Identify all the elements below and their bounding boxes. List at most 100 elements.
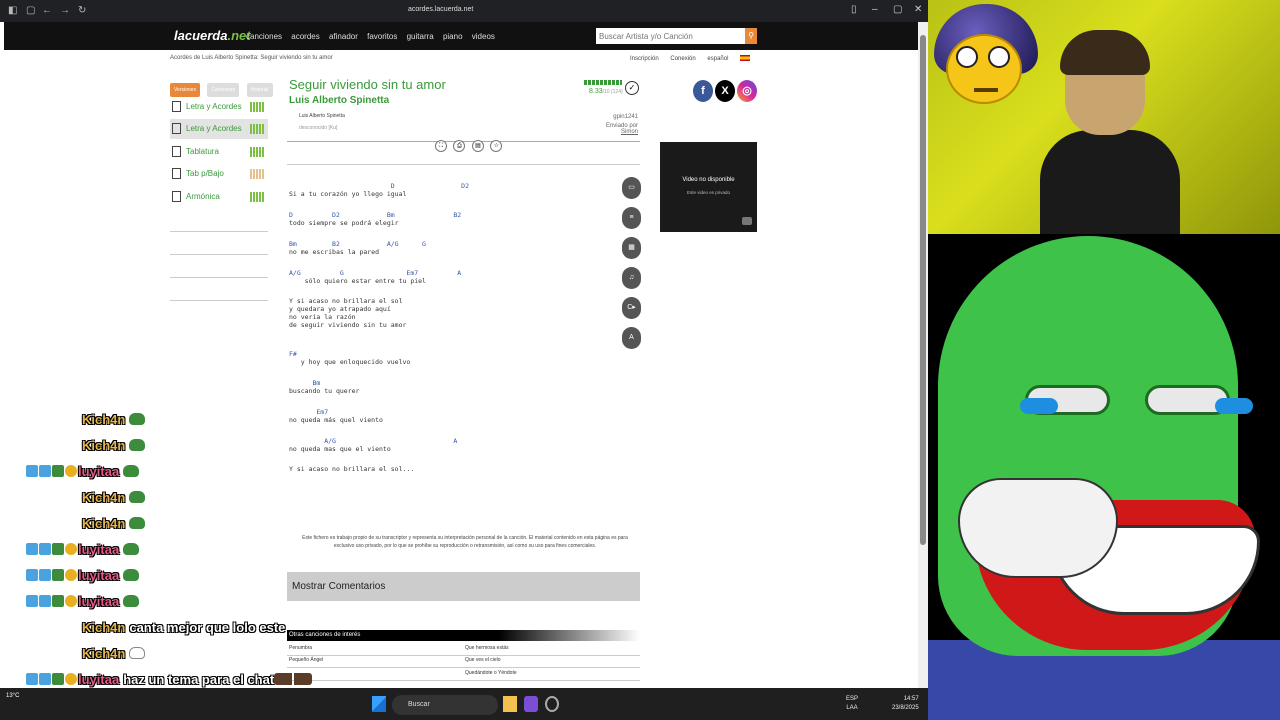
chat-message: Kich4n — [82, 438, 146, 454]
chord-diagram-icon[interactable]: ▦ — [622, 237, 641, 259]
windows-start-icon[interactable] — [372, 696, 386, 712]
tear-icon — [1020, 398, 1058, 414]
minimize-icon[interactable]: – — [872, 4, 878, 15]
login-link[interactable]: Conexión — [670, 56, 695, 62]
chat-username: Kich4n — [82, 516, 126, 531]
sidebar-item-letra-acordes-2[interactable]: Letra y Acordes — [170, 119, 268, 139]
tab-canciones[interactable]: Canciones — [207, 83, 240, 97]
chat-username: Kich4n — [82, 438, 126, 453]
tabs-icon[interactable]: ▢ — [26, 5, 35, 16]
nav-acordes[interactable]: acordes — [291, 32, 319, 41]
fullscreen-icon[interactable]: ⛶ — [435, 140, 447, 152]
sidebar-item-tablatura[interactable]: Tablatura — [170, 142, 268, 162]
maximize-icon[interactable]: ▢ — [893, 4, 902, 15]
list-item[interactable]: Pequeño Ángel — [289, 657, 323, 663]
chat-badge-icon — [52, 595, 64, 607]
screen: ◧ ▢ ← → ↻ acordes.lacuerda.net ▯ – ▢ ✕ l… — [0, 0, 1280, 720]
list-item[interactable]: Que ves el cielo — [465, 657, 501, 663]
meta-album: desconocido [Ku] — [299, 125, 338, 131]
transpose-icon[interactable]: ♫ — [622, 267, 641, 289]
chat-emote-icon — [274, 673, 313, 685]
divider — [287, 164, 640, 165]
app-icon[interactable] — [524, 696, 538, 712]
chat-username: luyitaa — [78, 464, 120, 479]
reader-icon[interactable]: ▯ — [851, 4, 857, 15]
list-item[interactable]: Penumbra — [289, 645, 312, 651]
text-size-icon[interactable]: ≡ — [622, 207, 641, 229]
facebook-icon[interactable]: f — [693, 80, 713, 102]
reload-icon[interactable]: ↻ — [78, 5, 86, 16]
lyrics-block: Bm B2 A/G Gno me escribas la pared — [289, 240, 426, 256]
bass-doc-icon — [172, 168, 181, 179]
chat-message: luyitaa — [26, 594, 140, 610]
meta-artist[interactable]: Luis Alberto Spinetta — [299, 113, 345, 119]
chat-username: Kich4n — [82, 412, 126, 427]
quality-bars — [250, 102, 265, 112]
chat-username: luyitaa — [78, 568, 120, 583]
taskbar-search[interactable]: Buscar — [392, 695, 498, 715]
chat-badge-icon — [39, 569, 51, 581]
sidebar-item-tab-bajo[interactable]: Tab p/Bajo — [170, 164, 268, 184]
song-artist[interactable]: Luis Alberto Spinetta — [289, 95, 389, 106]
chat-message: luyitaa — [26, 464, 140, 480]
site-logo[interactable]: lacuerda.net — [174, 28, 251, 43]
language-selector[interactable]: español — [707, 55, 760, 62]
divider — [287, 667, 640, 668]
quality-bars — [250, 124, 265, 134]
lyrics-block: A/G Ano queda mas que el viento — [289, 437, 458, 453]
chat-message: Kich4n canta mejor que lolo este — [82, 620, 285, 636]
chat-text: canta mejor que lolo este — [129, 620, 286, 635]
chat-badge-icon — [65, 543, 77, 555]
nav-favoritos[interactable]: favoritos — [367, 32, 397, 41]
show-comments-button[interactable]: Mostrar Comentarios — [287, 572, 640, 601]
sidebar-toggle-icon[interactable]: ◧ — [8, 5, 17, 16]
search-input[interactable] — [596, 28, 746, 44]
chat-badge-icon — [26, 673, 38, 685]
autoscroll-icon[interactable]: ▭ — [622, 177, 641, 199]
chat-message: luyitaa — [26, 568, 140, 584]
nav-canciones[interactable]: canciones — [246, 32, 282, 41]
chat-badge-icon — [39, 465, 51, 477]
signup-link[interactable]: Inscripción — [630, 56, 659, 62]
address-bar[interactable]: acordes.lacuerda.net — [408, 6, 473, 13]
verified-icon: ✓ — [625, 81, 639, 95]
chat-username: luyitaa — [78, 672, 120, 687]
favorite-star-icon[interactable]: ☆ — [490, 140, 503, 152]
sidebar-item-armonica[interactable]: Armónica — [170, 187, 268, 207]
obs-icon[interactable] — [545, 696, 559, 712]
nav-guitarra[interactable]: guitarra — [407, 32, 434, 41]
copy-icon[interactable]: ▤ — [471, 140, 484, 152]
tab-historial[interactable]: Historial — [246, 83, 273, 97]
language-indicator[interactable]: ESP LAA — [846, 695, 858, 713]
notation-icon[interactable]: C▸ — [622, 297, 641, 319]
file-explorer-icon[interactable] — [503, 696, 517, 712]
instagram-icon[interactable]: ◎ — [737, 80, 757, 102]
weather-widget[interactable]: 13°C — [6, 693, 34, 715]
site-header: lacuerda.net canciones acordes afinador … — [4, 22, 918, 50]
tab-versiones[interactable]: Versiones — [170, 83, 200, 97]
nav-afinador[interactable]: afinador — [329, 32, 358, 41]
print-icon[interactable]: ⎙ — [453, 140, 466, 152]
clock[interactable]: 14:57 23/8/2025 — [892, 695, 919, 713]
nav-piano[interactable]: piano — [443, 32, 463, 41]
font-icon[interactable]: A — [622, 327, 641, 349]
scrollbar-thumb[interactable] — [920, 35, 926, 545]
chat-message: Kich4n — [82, 646, 146, 662]
close-icon[interactable]: ✕ — [914, 4, 922, 15]
divider — [287, 680, 640, 681]
search-icon[interactable]: ⚲ — [745, 28, 757, 44]
nav-videos[interactable]: videos — [472, 32, 495, 41]
breadcrumb[interactable]: Acordes de Luis Alberto Spinetta: Seguir… — [170, 55, 333, 61]
sender-link[interactable]: Simon — [621, 129, 638, 135]
arrow-left-icon[interactable]: ← — [42, 5, 52, 16]
emoji-avatar-overlay — [934, 4, 1038, 104]
list-item[interactable]: Que hermosa estás — [465, 645, 509, 651]
video-player[interactable]: Video no disponible Este video es privad… — [660, 142, 757, 232]
sidebar-item-letra-acordes-1[interactable]: Letra y Acordes — [170, 97, 268, 117]
youtube-icon[interactable] — [742, 217, 752, 225]
list-item[interactable]: Quedándote o Yéndote — [465, 670, 517, 676]
x-icon[interactable]: X — [715, 80, 735, 102]
quality-bars — [250, 147, 265, 157]
guitar-doc-icon — [172, 101, 181, 112]
arrow-right-icon[interactable]: → — [60, 5, 70, 16]
